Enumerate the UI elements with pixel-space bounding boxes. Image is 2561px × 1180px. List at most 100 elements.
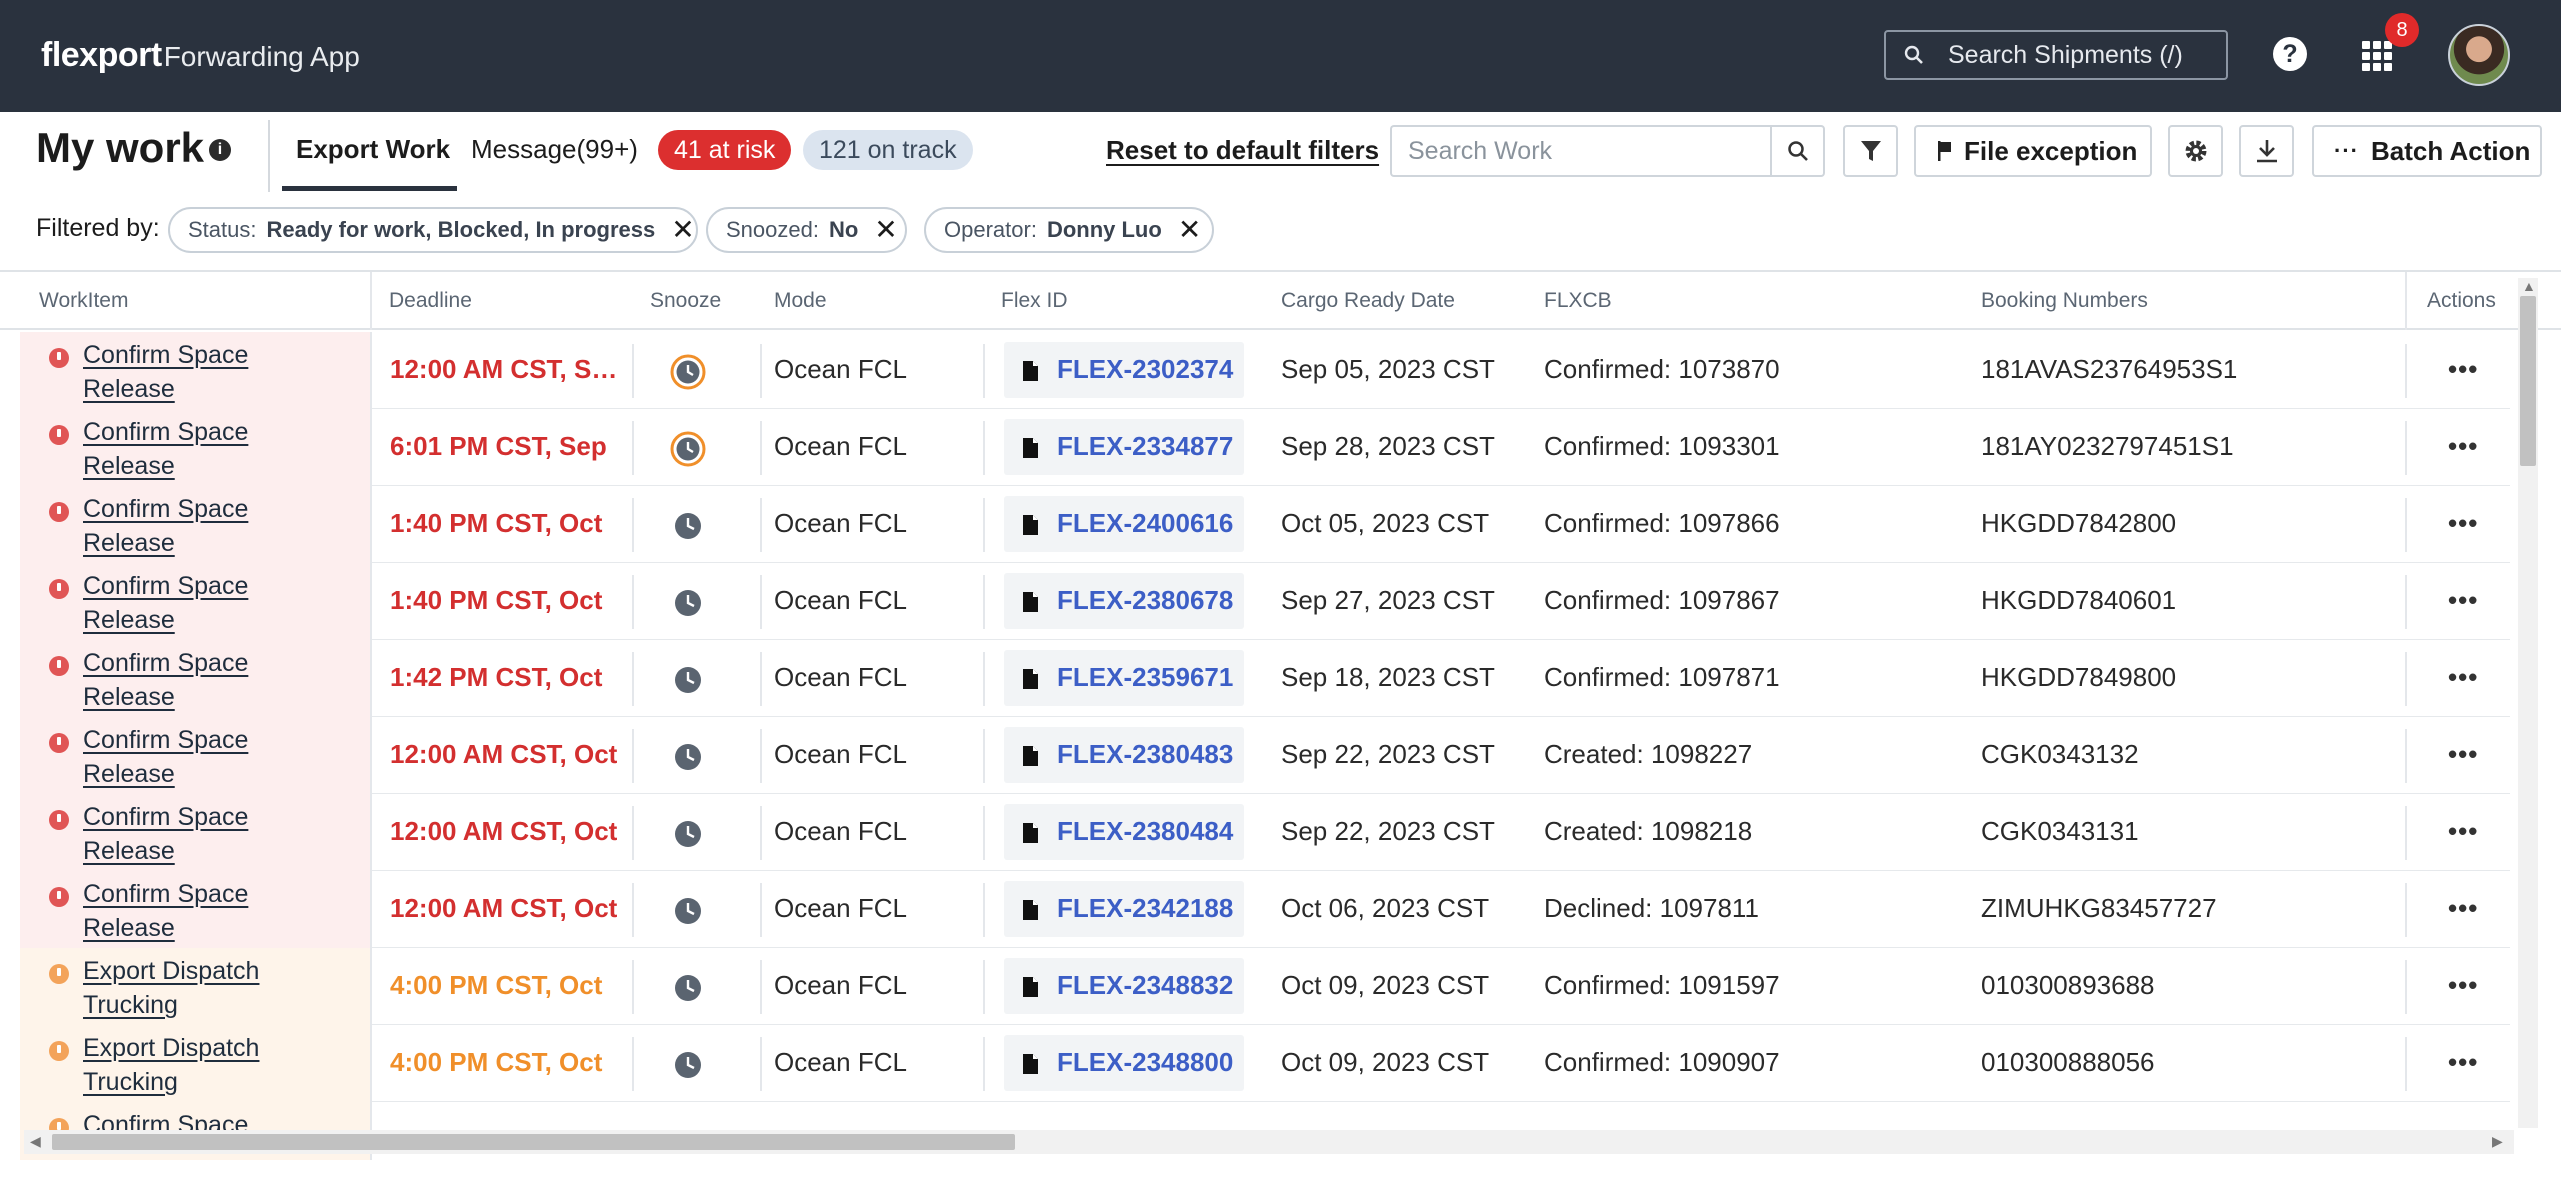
table-row[interactable]: Confirm Space Release 12:00 AM CST, Oct Oc… (20, 794, 2510, 871)
vertical-scroll-thumb[interactable] (2520, 296, 2536, 466)
flex-id-link[interactable]: FLEX-2334877 (1057, 431, 1233, 462)
column-divider (632, 960, 634, 1014)
filter-chip-operator[interactable]: Operator: Donny Luo ✕ (924, 207, 1214, 253)
file-exception-button[interactable]: File exception (1914, 125, 2152, 177)
column-header-deadline[interactable]: Deadline (389, 289, 472, 313)
alert-icon (49, 579, 69, 599)
row-actions-more-icon[interactable]: ••• (2448, 739, 2478, 770)
help-icon[interactable]: ? (2273, 37, 2307, 71)
work-search-input[interactable]: Search Work (1390, 125, 1770, 177)
settings-button[interactable] (2168, 125, 2223, 177)
snooze-clock-icon[interactable] (670, 585, 706, 621)
table-row[interactable]: Export Dispatch Trucking 4:00 PM CST, Oct… (20, 1025, 2510, 1102)
row-actions-more-icon[interactable]: ••• (2448, 970, 2478, 1001)
workitem-link[interactable]: Confirm Space Release (83, 646, 333, 714)
scroll-right-icon[interactable]: ▶ (2492, 1133, 2503, 1150)
flxcb-status: Confirmed: 1091597 (1544, 970, 1780, 1000)
search-placeholder: Search Shipments (/) (1948, 40, 2183, 69)
flex-id-link[interactable]: FLEX-2380678 (1057, 585, 1233, 616)
deadline-text: 4:00 PM CST, Oct (390, 970, 603, 1000)
table-row[interactable]: Confirm Space Release 12:00 AM CST, Sep Oc… (20, 332, 2510, 409)
workitem-link[interactable]: Export Dispatch Trucking (83, 954, 333, 1022)
workitem-link[interactable]: Confirm Space Release (83, 877, 333, 945)
flex-id-link[interactable]: FLEX-2359671 (1057, 662, 1233, 693)
row-actions-more-icon[interactable]: ••• (2448, 1047, 2478, 1078)
horizontal-scroll-thumb[interactable] (52, 1134, 1015, 1150)
snooze-clock-icon[interactable] (670, 508, 706, 544)
shipment-search-input[interactable]: Search Shipments (/) (1884, 30, 2228, 80)
row-actions-more-icon[interactable]: ••• (2448, 585, 2478, 616)
table-row[interactable]: Confirm Space Release 12:00 AM CST, Oct Oc… (20, 717, 2510, 794)
table-row[interactable]: Confirm Space Release 6:01 PM CST, Sep Oce… (20, 409, 2510, 486)
snooze-clock-icon[interactable] (670, 1047, 706, 1083)
snooze-clock-icon[interactable] (670, 893, 706, 929)
column-header-flex-id[interactable]: Flex ID (1001, 289, 1068, 313)
row-actions-more-icon[interactable]: ••• (2448, 893, 2478, 924)
work-search-button[interactable] (1770, 125, 1825, 177)
snooze-clock-icon[interactable] (670, 970, 706, 1006)
reset-filters-link[interactable]: Reset to default filters (1106, 135, 1379, 166)
row-actions-more-icon[interactable]: ••• (2448, 354, 2478, 385)
workitem-link[interactable]: Confirm Space Release (83, 415, 333, 483)
user-avatar[interactable] (2448, 24, 2510, 86)
row-actions-more-icon[interactable]: ••• (2448, 816, 2478, 847)
filter-chip-status[interactable]: Status: Ready for work, Blocked, In prog… (168, 207, 698, 253)
alert-icon (49, 887, 69, 907)
workitem-link[interactable]: Confirm Space Release (83, 723, 333, 791)
filter-chip-snoozed[interactable]: Snoozed: No ✕ (706, 207, 907, 253)
column-header-booking-numbers[interactable]: Booking Numbers (1981, 289, 2148, 313)
snoozed-clock-icon[interactable] (670, 354, 706, 390)
flex-id-link[interactable]: FLEX-2302374 (1057, 354, 1233, 385)
row-actions-more-icon[interactable]: ••• (2448, 662, 2478, 693)
on-track-pill[interactable]: 121 on track (803, 130, 973, 170)
batch-action-button[interactable]: ··· Batch Action (2312, 125, 2542, 177)
column-header-snooze[interactable]: Snooze (650, 289, 721, 313)
column-header-mode[interactable]: Mode (774, 289, 827, 313)
snoozed-clock-icon[interactable] (670, 431, 706, 467)
flex-id-link[interactable]: FLEX-2380484 (1057, 816, 1233, 847)
column-divider (983, 1037, 985, 1091)
workitem-link[interactable]: Confirm Space Release (83, 800, 333, 868)
flex-id-link[interactable]: FLEX-2348832 (1057, 970, 1233, 1001)
table-row[interactable]: Confirm Space Release 12:00 AM CST, Oct Oc… (20, 871, 2510, 948)
shipment-doc-icon (1023, 592, 1038, 612)
snooze-clock-icon[interactable] (670, 662, 706, 698)
apps-grid-icon[interactable] (2362, 41, 2392, 71)
horizontal-scrollbar[interactable]: ◀ ▶ (24, 1130, 2514, 1154)
row-actions-more-icon[interactable]: ••• (2448, 508, 2478, 539)
app-name: Forwarding App (163, 41, 360, 72)
vertical-scrollbar[interactable]: ▲ (2518, 278, 2538, 1128)
snooze-clock-icon[interactable] (670, 816, 706, 852)
flex-id-link[interactable]: FLEX-2342188 (1057, 893, 1233, 924)
filter-button[interactable] (1843, 125, 1898, 177)
workitem-link[interactable]: Confirm Space Release (83, 569, 333, 637)
close-icon[interactable]: ✕ (671, 216, 694, 244)
column-header-flxcb[interactable]: FLXCB (1544, 289, 1612, 313)
top-nav-bar: flexport Forwarding App Search Shipments… (0, 0, 2561, 112)
workitem-link[interactable]: Confirm Space Release (83, 492, 333, 560)
tab-export-work[interactable]: Export Work (296, 134, 450, 165)
table-row[interactable]: Confirm Space Release 1:42 PM CST, Oct Oce… (20, 640, 2510, 717)
flex-id-link[interactable]: FLEX-2348800 (1057, 1047, 1233, 1078)
tab-message[interactable]: Message(99+) (471, 134, 638, 165)
close-icon[interactable]: ✕ (1178, 216, 1201, 244)
column-header-workitem[interactable]: WorkItem (39, 289, 128, 313)
row-actions-more-icon[interactable]: ••• (2448, 431, 2478, 462)
scroll-left-icon[interactable]: ◀ (30, 1133, 41, 1150)
booking-number: HKGDD7849800 (1981, 662, 2177, 692)
at-risk-pill[interactable]: 41 at risk (658, 130, 792, 170)
column-header-cargo-ready-date[interactable]: Cargo Ready Date (1281, 289, 1455, 313)
workitem-link[interactable]: Confirm Space Release (83, 338, 333, 406)
scroll-up-icon[interactable]: ▲ (2522, 278, 2536, 294)
flex-id-link[interactable]: FLEX-2400616 (1057, 508, 1233, 539)
snooze-clock-icon[interactable] (670, 739, 706, 775)
flex-id-link[interactable]: FLEX-2380483 (1057, 739, 1233, 770)
download-button[interactable] (2239, 125, 2294, 177)
info-icon[interactable]: i (209, 139, 231, 161)
flexport-logo[interactable]: flexport Forwarding App (41, 36, 360, 76)
workitem-link[interactable]: Export Dispatch Trucking (83, 1031, 333, 1099)
table-row[interactable]: Export Dispatch Trucking 4:00 PM CST, Oct… (20, 948, 2510, 1025)
close-icon[interactable]: ✕ (874, 216, 897, 244)
table-row[interactable]: Confirm Space Release 1:40 PM CST, Oct Oce… (20, 563, 2510, 640)
table-row[interactable]: Confirm Space Release 1:40 PM CST, Oct Oce… (20, 486, 2510, 563)
